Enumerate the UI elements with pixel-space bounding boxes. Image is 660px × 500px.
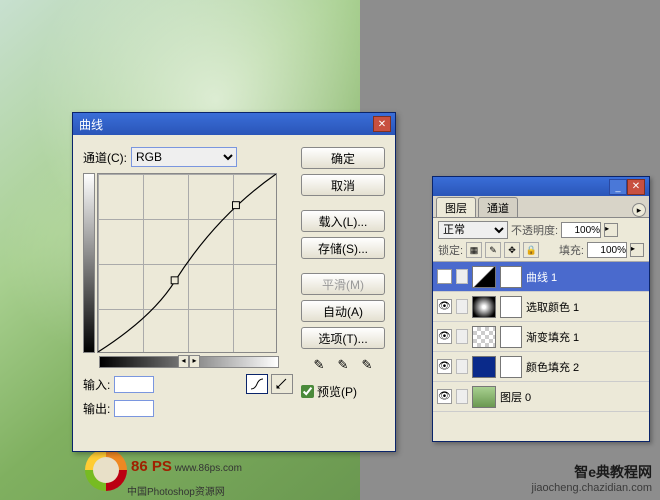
- layer-thumb[interactable]: [472, 266, 496, 288]
- layer-mask[interactable]: [500, 266, 522, 288]
- auto-button[interactable]: 自动(A): [301, 300, 385, 322]
- brand-subtitle: 中国Photoshop资源网: [127, 483, 225, 498]
- layer-row[interactable]: 👁 图层 0: [433, 382, 649, 412]
- slider-left-icon[interactable]: ◂: [178, 355, 189, 368]
- horizontal-gradient[interactable]: ◂ ▸: [99, 356, 279, 368]
- link-slot[interactable]: [456, 329, 468, 344]
- tab-layers[interactable]: 图层: [436, 197, 476, 217]
- lock-all-icon[interactable]: 🔒: [523, 242, 539, 258]
- lock-paint-icon[interactable]: ✎: [485, 242, 501, 258]
- opacity-label: 不透明度:: [511, 222, 558, 238]
- layer-name: 渐变填充 1: [526, 329, 579, 345]
- layer-mask[interactable]: [500, 356, 522, 378]
- vertical-gradient: [83, 173, 95, 353]
- footer-main: 智e典教程网: [532, 463, 652, 481]
- layer-thumb[interactable]: [472, 326, 496, 348]
- brand-url: www.86ps.com: [175, 463, 242, 474]
- fill-label: 填充:: [559, 242, 584, 258]
- tab-channels[interactable]: 通道: [478, 197, 518, 217]
- curve-path: [98, 174, 276, 352]
- lock-move-icon[interactable]: ✥: [504, 242, 520, 258]
- opacity-input[interactable]: [561, 222, 601, 238]
- curve-grid[interactable]: [97, 173, 277, 353]
- visibility-icon[interactable]: 👁: [437, 269, 452, 284]
- fill-stepper-icon[interactable]: ▸: [630, 243, 644, 257]
- panel-close-icon[interactable]: ✕: [627, 179, 645, 195]
- load-button[interactable]: 载入(L)...: [301, 210, 385, 232]
- footer-watermark: 智e典教程网 jiaocheng.chazidian.com: [532, 463, 652, 495]
- layers-panel: _ ✕ 图层 通道 ▸ 正常 不透明度: ▸ 锁定: ▦ ✎ ✥ 🔒 填充: ▸: [432, 176, 650, 442]
- curves-titlebar[interactable]: 曲线 ✕: [73, 113, 395, 135]
- preview-checkbox[interactable]: [301, 385, 314, 398]
- curves-title: 曲线: [77, 116, 373, 133]
- layer-list[interactable]: 👁 曲线 1 👁 选取颜色 1 👁 渐变填充 1 👁 颜色填充 2 👁 图层 0: [433, 262, 649, 412]
- options-button[interactable]: 选项(T)...: [301, 327, 385, 349]
- save-button[interactable]: 存储(S)...: [301, 237, 385, 259]
- logo-mark: [85, 449, 127, 491]
- layer-mask[interactable]: [500, 296, 522, 318]
- link-slot[interactable]: [456, 269, 468, 284]
- layer-row[interactable]: 👁 曲线 1: [433, 262, 649, 292]
- smooth-button: 平滑(M): [301, 273, 385, 295]
- footer-url: jiaocheng.chazidian.com: [532, 481, 652, 495]
- layer-thumb[interactable]: [472, 296, 496, 318]
- layer-name: 选取颜色 1: [526, 299, 579, 315]
- visibility-icon[interactable]: 👁: [437, 329, 452, 344]
- minimize-icon[interactable]: _: [609, 179, 627, 195]
- layer-mask[interactable]: [500, 326, 522, 348]
- slider-right-icon[interactable]: ▸: [189, 355, 200, 368]
- layer-name: 图层 0: [500, 389, 531, 405]
- curve-mode-icon[interactable]: [246, 374, 268, 394]
- link-slot[interactable]: [456, 299, 468, 314]
- layer-name: 颜色填充 2: [526, 359, 579, 375]
- cancel-button[interactable]: 取消: [301, 174, 385, 196]
- pencil-mode-icon[interactable]: [271, 374, 293, 394]
- layer-thumb[interactable]: [472, 356, 496, 378]
- link-slot[interactable]: [456, 359, 468, 374]
- channel-label: 通道(C):: [83, 149, 127, 166]
- channel-select[interactable]: RGB: [131, 147, 237, 167]
- preview-checkbox-row[interactable]: 预览(P): [301, 383, 385, 400]
- brand-text: 86 PS: [131, 458, 172, 475]
- curves-dialog: 曲线 ✕ 通道(C): RGB: [72, 112, 396, 452]
- input-label: 输入:: [83, 376, 110, 393]
- link-slot[interactable]: [456, 389, 468, 404]
- output-label: 输出:: [83, 400, 110, 417]
- opacity-stepper-icon[interactable]: ▸: [604, 223, 618, 237]
- ok-button[interactable]: 确定: [301, 147, 385, 169]
- curve-icon: [250, 378, 264, 390]
- layer-row[interactable]: 👁 颜色填充 2: [433, 352, 649, 382]
- watermark-logo: 86 PS www.86ps.com 中国Photoshop资源网: [85, 449, 242, 498]
- visibility-icon[interactable]: 👁: [437, 299, 452, 314]
- lock-transparency-icon[interactable]: ▦: [466, 242, 482, 258]
- layer-thumb[interactable]: [472, 386, 496, 408]
- layer-row[interactable]: 👁 渐变填充 1: [433, 322, 649, 352]
- eyedropper-gray-icon[interactable]: ✎: [334, 356, 352, 374]
- layer-row[interactable]: 👁 选取颜色 1: [433, 292, 649, 322]
- blend-mode-select[interactable]: 正常: [438, 221, 508, 239]
- eyedropper-black-icon[interactable]: ✎: [310, 356, 328, 374]
- input-field[interactable]: [114, 376, 154, 393]
- panel-menu-icon[interactable]: ▸: [632, 203, 646, 217]
- eyedropper-white-icon[interactable]: ✎: [358, 356, 376, 374]
- visibility-icon[interactable]: 👁: [437, 389, 452, 404]
- visibility-icon[interactable]: 👁: [437, 359, 452, 374]
- layer-name: 曲线 1: [526, 269, 557, 285]
- pencil-icon: [275, 378, 289, 390]
- preview-label: 预览(P): [317, 383, 357, 400]
- lock-label: 锁定:: [438, 242, 463, 258]
- close-icon[interactable]: ✕: [373, 116, 391, 132]
- fill-input[interactable]: [587, 242, 627, 258]
- output-field[interactable]: [114, 400, 154, 417]
